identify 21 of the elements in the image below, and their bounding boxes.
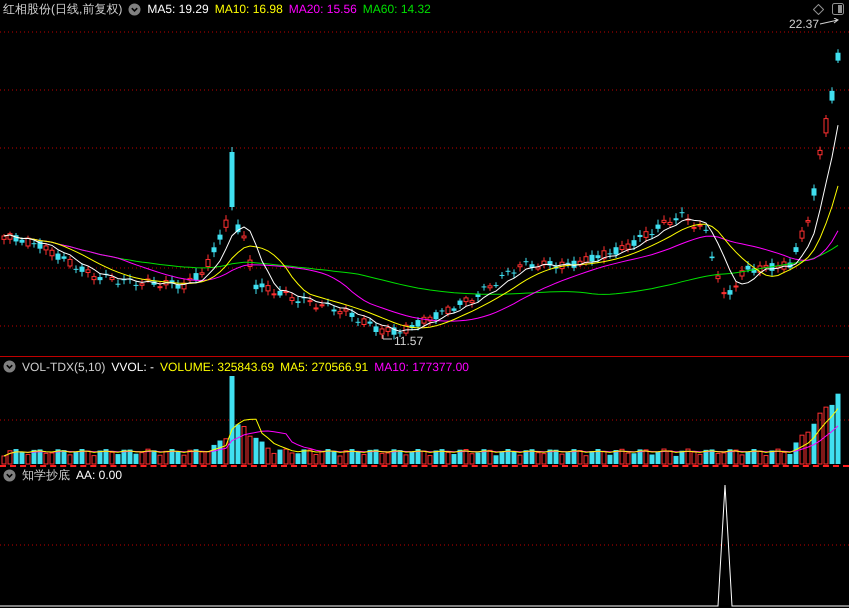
panel-title: 知学抄底 xyxy=(22,467,70,484)
indicator-value: MA10: 177377.00 xyxy=(374,358,469,376)
leader-line xyxy=(382,334,392,340)
leader-line xyxy=(820,18,839,24)
diamond-icon[interactable] xyxy=(813,4,824,14)
indicator-value: MA60: 14.32 xyxy=(362,1,431,18)
indicator-value: VOLUME: 325843.69 xyxy=(160,358,274,376)
chart-title: 红相股份(日线,前复权) xyxy=(3,1,122,18)
indicator-value: MA20: 15.56 xyxy=(288,1,357,18)
dropdown-icon[interactable] xyxy=(3,468,16,482)
indicator-value: MA5: 19.29 xyxy=(147,1,209,18)
high-price-label: 22.37 xyxy=(789,18,820,31)
indicator-value: AA: 0.00 xyxy=(76,467,122,484)
indicator-value: MA10: 16.98 xyxy=(214,1,283,18)
dropdown-icon[interactable] xyxy=(3,360,16,373)
indicator-value: VVOL: - xyxy=(111,358,154,376)
panel-title: VOL-TDX(5,10) xyxy=(22,358,106,376)
low-price-label: 11.57 xyxy=(394,334,424,348)
dropdown-icon[interactable] xyxy=(128,2,142,16)
window-icon[interactable] xyxy=(832,3,844,15)
indicator-value: MA5: 270566.91 xyxy=(280,358,368,376)
